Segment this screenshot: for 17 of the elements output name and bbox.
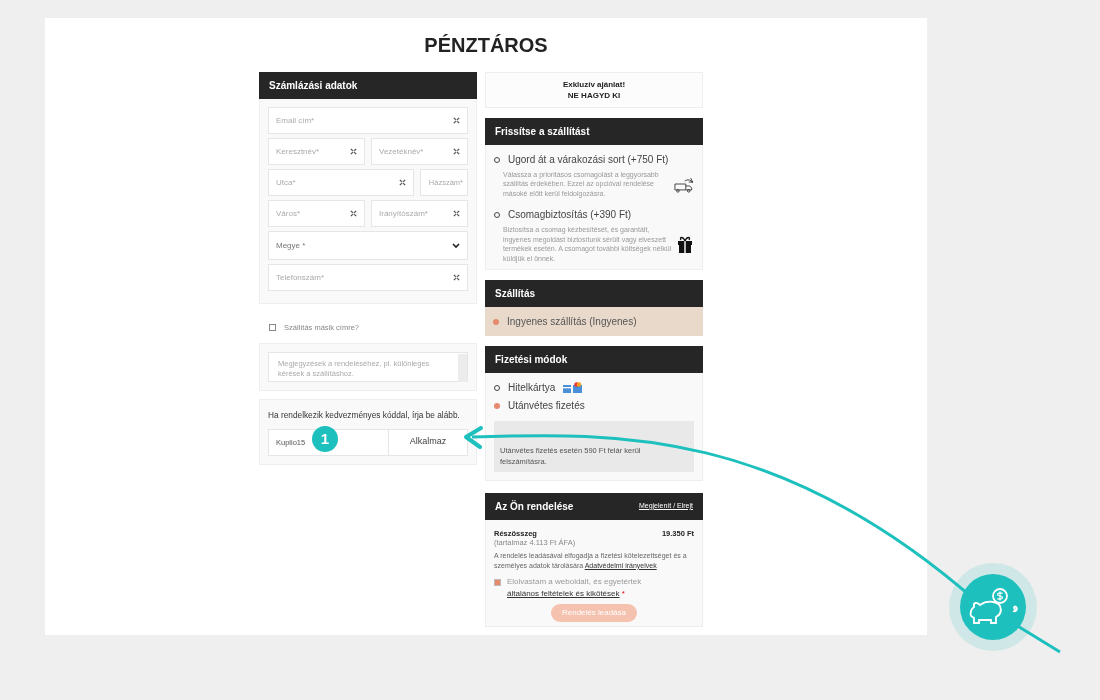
terms-text: Elolvastam a weboldalt, és egyetértek általános feltételek és kikötések * [507,575,643,601]
option-label: Hitelkártya [508,381,556,396]
option-label: Ingyenes szállítás (Ingyenes) [507,315,637,330]
required-mark: * [621,589,625,599]
panel-title: Frissítse a szállítást [495,125,590,139]
panel-title: Fizetési módok [495,353,568,368]
offer-subtitle: NE HAGYD KI [566,90,622,102]
option-label: Utánvétes fizetés [508,399,585,414]
offer-title: Exkluzív ajánlat! [561,79,627,91]
panel-title: Az Ön rendelése [495,499,574,514]
coupon-prompt: Ha rendelkezik kedvezményes kóddal, írja be alább. [268,409,461,422]
option-label: Csomagbiztosítás (+390 Ft) [508,208,632,223]
panel-title: Szállítás [495,287,536,302]
panel-title: Számlázási adatok [269,79,358,93]
option-label: Ugord át a várakozási sort (+750 Ft) [508,153,669,167]
page-title: PÉNZTÁROS [423,33,549,58]
step-callout-tooltip: 1 [312,426,338,453]
